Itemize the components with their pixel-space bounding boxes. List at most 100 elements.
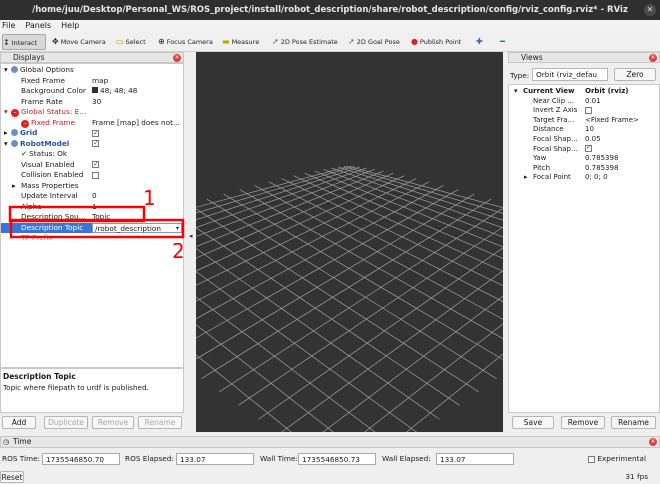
tree-row-global-status[interactable]: ▾ – Global Status: E... bbox=[1, 107, 183, 118]
view-row-target-frame[interactable]: Target Fra... <Fixed Frame> bbox=[509, 116, 659, 126]
tool-interact[interactable]: ↕ Interact bbox=[2, 34, 46, 50]
expand-arrow-icon[interactable]: ▾ bbox=[4, 65, 8, 76]
close-icon[interactable]: ✕ bbox=[173, 54, 181, 62]
row-value[interactable]: map bbox=[92, 76, 108, 87]
expand-arrow-icon[interactable]: ▸ bbox=[12, 181, 16, 192]
chevron-down-icon[interactable]: ▾ bbox=[176, 224, 179, 234]
grid-line bbox=[254, 185, 503, 320]
tree-row-tf-prefix[interactable]: TF Prefix bbox=[1, 233, 183, 244]
tree-row-description-topic[interactable]: Description Topic/robot_description ▾ bbox=[1, 222, 183, 234]
close-icon[interactable]: ✕ bbox=[649, 54, 657, 62]
experimental-checkbox[interactable] bbox=[588, 455, 595, 463]
view-row-distance[interactable]: Distance 10 bbox=[509, 125, 659, 135]
collision-enabled-checkbox[interactable] bbox=[92, 171, 99, 179]
view-row-near-clip[interactable]: Near Clip ... 0.01 bbox=[509, 97, 659, 107]
row-value[interactable]: 0 bbox=[92, 191, 97, 202]
rename-view-button[interactable]: Rename bbox=[611, 416, 656, 429]
ros-elapsed-field[interactable]: 133.07 bbox=[176, 453, 254, 465]
duplicate-button[interactable]: Duplicate bbox=[44, 416, 88, 429]
tree-row-frame-rate[interactable]: Frame Rate 30 bbox=[1, 97, 183, 108]
view-type-select[interactable]: Orbit (rviz_defau bbox=[532, 68, 608, 81]
menu-help[interactable]: Help bbox=[61, 21, 79, 30]
displays-tree[interactable]: ▾ Global Options Fixed Frame map Backgroun… bbox=[0, 63, 184, 368]
menu-panels[interactable]: Panels bbox=[25, 21, 51, 30]
row-value[interactable]: 0; 0; 0 bbox=[585, 173, 608, 183]
row-value[interactable]: 48; 48; 48 bbox=[100, 86, 137, 95]
tool-move-camera[interactable]: ✥ Move Camera bbox=[52, 34, 106, 50]
ros-time-field[interactable]: 1735546850.70 bbox=[42, 453, 120, 465]
tool-measure[interactable]: ▬ Measure bbox=[222, 34, 259, 50]
tool-focus-camera[interactable]: ⊕ Focus Camera bbox=[158, 34, 213, 50]
tree-row-grid[interactable]: ▸ Grid bbox=[1, 128, 183, 139]
tree-row-global-options[interactable]: ▾ Global Options bbox=[1, 65, 183, 76]
clock-icon: ◷ bbox=[3, 438, 10, 446]
tree-row-robotmodel[interactable]: ▾ RobotModel bbox=[1, 138, 183, 150]
focal-shape-checkbox[interactable] bbox=[585, 143, 592, 153]
row-value[interactable]: 0.785398 bbox=[585, 164, 618, 174]
description-topic-combobox[interactable]: /robot_description ▾ bbox=[92, 222, 182, 234]
view-row-invert-z[interactable]: Invert Z Axis bbox=[509, 106, 659, 116]
add-tool-button[interactable]: ✚ bbox=[476, 34, 485, 50]
tree-row-mass-properties[interactable]: ▸ Mass Properties bbox=[1, 181, 183, 192]
zero-button[interactable]: Zero bbox=[614, 68, 656, 81]
tree-row-fixed-frame-status[interactable]: – Fixed Frame Frame [map] does not... bbox=[1, 118, 183, 129]
tree-row-background-color[interactable]: Background Color 48; 48; 48 bbox=[1, 86, 183, 97]
save-view-button[interactable]: Save bbox=[512, 416, 554, 429]
rename-display-button[interactable]: Rename bbox=[138, 416, 182, 429]
tool-move-camera-label: Move Camera bbox=[60, 38, 106, 46]
expand-arrow-icon[interactable]: ▾ bbox=[514, 87, 518, 97]
visual-enabled-checkbox[interactable] bbox=[92, 159, 99, 170]
expand-arrow-icon[interactable]: ▾ bbox=[4, 107, 8, 118]
view-row-pitch[interactable]: Pitch 0.785398 bbox=[509, 164, 659, 174]
row-value[interactable]: 30 bbox=[92, 97, 101, 108]
expand-arrow-icon[interactable]: ▸ bbox=[4, 128, 8, 139]
row-label: Focal Shap... bbox=[533, 144, 578, 153]
close-window-icon[interactable]: ✕ bbox=[644, 4, 656, 16]
menu-file[interactable]: File bbox=[2, 21, 15, 30]
collapse-left-panel-icon[interactable]: ◂ bbox=[189, 232, 193, 240]
tool-2d-goal-pose[interactable]: ➚ 2D Goal Pose bbox=[348, 34, 400, 50]
grid-enabled-checkbox[interactable] bbox=[92, 128, 99, 138]
remove-tool-button[interactable]: ━ bbox=[500, 34, 507, 50]
tool-2d-pose-estimate[interactable]: ➚ 2D Pose Estimate bbox=[272, 34, 338, 50]
reset-button[interactable]: Reset bbox=[0, 471, 24, 483]
3d-viewport[interactable] bbox=[196, 52, 503, 432]
row-value[interactable]: Topic bbox=[92, 212, 110, 223]
check-icon: ✔ bbox=[21, 149, 28, 158]
tree-row-description-source[interactable]: Description Sou... Topic bbox=[1, 212, 183, 223]
expand-arrow-icon[interactable]: ▸ bbox=[524, 173, 528, 183]
robotmodel-enabled-checkbox[interactable] bbox=[92, 138, 99, 149]
tool-select[interactable]: ▭ Select bbox=[116, 34, 146, 50]
view-row-yaw[interactable]: Yaw 0.785398 bbox=[509, 154, 659, 164]
measure-icon: ▬ bbox=[222, 37, 230, 46]
row-label: Distance bbox=[533, 125, 564, 134]
wall-elapsed-field[interactable]: 133.07 bbox=[436, 453, 514, 465]
tool-publish-point[interactable]: ● Publish Point bbox=[411, 34, 461, 50]
close-icon[interactable]: ✕ bbox=[649, 438, 657, 446]
invert-z-checkbox[interactable] bbox=[585, 106, 592, 114]
expand-arrow-icon[interactable]: ▾ bbox=[4, 139, 8, 150]
row-value[interactable]: 0.01 bbox=[585, 97, 601, 107]
add-button[interactable]: Add bbox=[2, 416, 36, 429]
row-value[interactable]: 10 bbox=[585, 125, 594, 135]
tree-row-visual-enabled[interactable]: Visual Enabled bbox=[1, 159, 183, 171]
tree-row-alpha[interactable]: Alpha 1 bbox=[1, 202, 183, 213]
wall-time-field[interactable]: 1735546850.73 bbox=[298, 453, 376, 465]
tree-row-update-interval[interactable]: Update Interval 0 bbox=[1, 191, 183, 202]
color-swatch[interactable] bbox=[92, 87, 98, 93]
tree-row-collision-enabled[interactable]: Collision Enabled bbox=[1, 170, 183, 181]
view-row-focal-shape-size[interactable]: Focal Shap... 0.05 bbox=[509, 135, 659, 145]
view-row-current-view[interactable]: ▾ Current View Orbit (rviz) bbox=[509, 87, 659, 97]
row-value[interactable]: 1 bbox=[92, 202, 97, 213]
remove-view-button[interactable]: Remove bbox=[561, 416, 605, 429]
row-value[interactable]: 0.785398 bbox=[585, 154, 618, 164]
view-row-focal-point[interactable]: ▸ Focal Point 0; 0; 0 bbox=[509, 173, 659, 183]
tree-row-fixed-frame[interactable]: Fixed Frame map bbox=[1, 76, 183, 87]
views-tree[interactable]: ▾ Current View Orbit (rviz) Near Clip ... 0… bbox=[508, 84, 660, 413]
remove-display-button[interactable]: Remove bbox=[92, 416, 134, 429]
view-row-focal-shape-fixed[interactable]: Focal Shap... bbox=[509, 143, 659, 155]
row-value[interactable]: <Fixed Frame> bbox=[585, 116, 639, 126]
grid-line bbox=[196, 354, 292, 432]
tree-row-status-ok[interactable]: ✔ Status: Ok bbox=[1, 149, 183, 160]
gear-icon bbox=[11, 66, 18, 73]
